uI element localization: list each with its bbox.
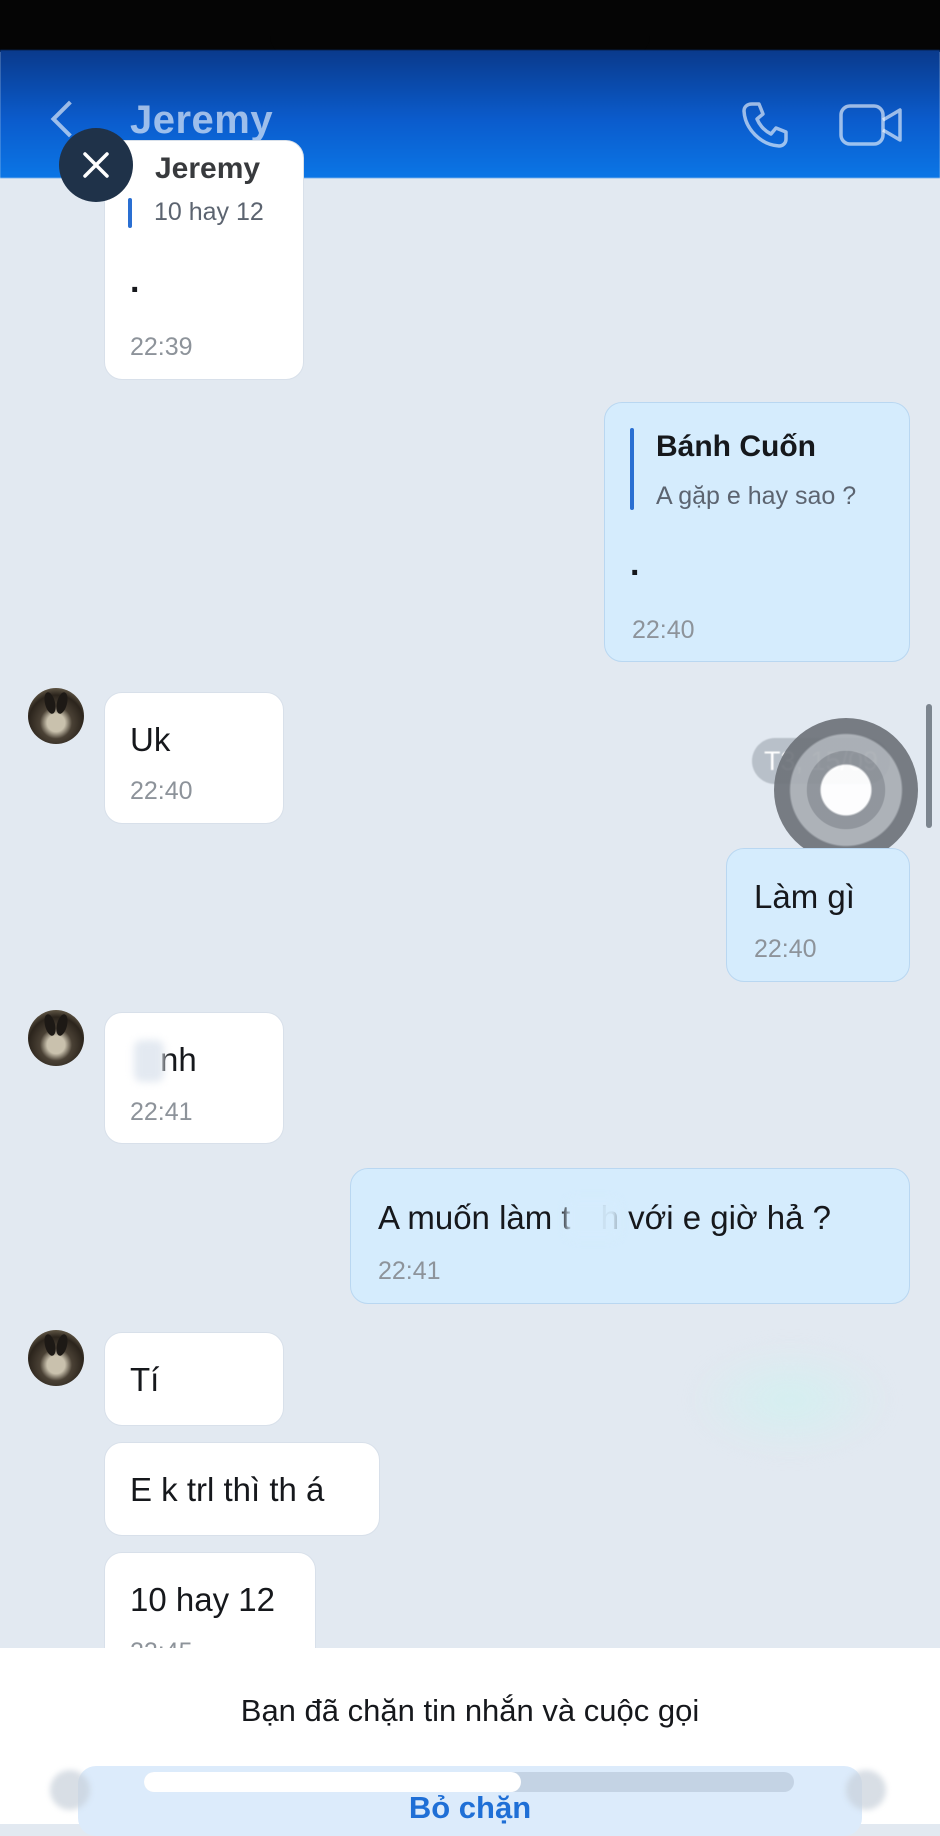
message-text: . (630, 545, 640, 583)
close-icon (83, 152, 109, 178)
blurred-area (690, 1345, 890, 1455)
message-text: . (130, 262, 140, 300)
quote-bar (128, 198, 132, 228)
message-text: Làm gì (754, 878, 855, 915)
message-text-start: A muốn làm t (378, 1199, 571, 1236)
message-text: nh (160, 1041, 197, 1078)
message-time: 22:40 (632, 616, 695, 644)
video-progress-bar[interactable] (144, 1772, 794, 1792)
quote-author: Jeremy (155, 152, 261, 185)
quote-text: A gặp e hay sao ? (656, 482, 857, 510)
close-button[interactable] (59, 128, 133, 202)
quote-author: Bánh Cuốn (656, 430, 816, 463)
message-time: 22:40 (754, 935, 817, 963)
message-list[interactable]: Jeremy 10 hay 12 . 22:39 Bánh Cuốn A gặp… (0, 0, 940, 1824)
unblock-label[interactable]: Bỏ chặn (0, 1790, 940, 1826)
touch-indicator (774, 718, 918, 862)
message-time: 22:41 (378, 1257, 441, 1285)
video-progress-fill (144, 1772, 521, 1792)
message-text: Tí (130, 1361, 160, 1398)
message-time: 22:41 (130, 1098, 193, 1126)
blocked-notice: Bạn đã chặn tin nhắn và cuộc gọi (240, 1693, 700, 1728)
message-text: Uk (130, 721, 171, 758)
message-time: 22:39 (130, 333, 193, 361)
avatar[interactable] (28, 688, 84, 744)
censor-blur (566, 1198, 620, 1240)
message-text: 10 hay 12 (130, 1581, 275, 1618)
avatar[interactable] (28, 1330, 84, 1386)
avatar[interactable] (28, 1010, 84, 1066)
message-time: 22:40 (130, 777, 193, 805)
message-text: E k trl thì th á (130, 1471, 325, 1508)
quote-bar (630, 428, 634, 510)
censor-blur (134, 1040, 164, 1082)
scrollbar[interactable] (926, 704, 932, 828)
message-text-end: h với e giờ hả ? (600, 1199, 831, 1236)
quote-text: 10 hay 12 (154, 198, 264, 226)
